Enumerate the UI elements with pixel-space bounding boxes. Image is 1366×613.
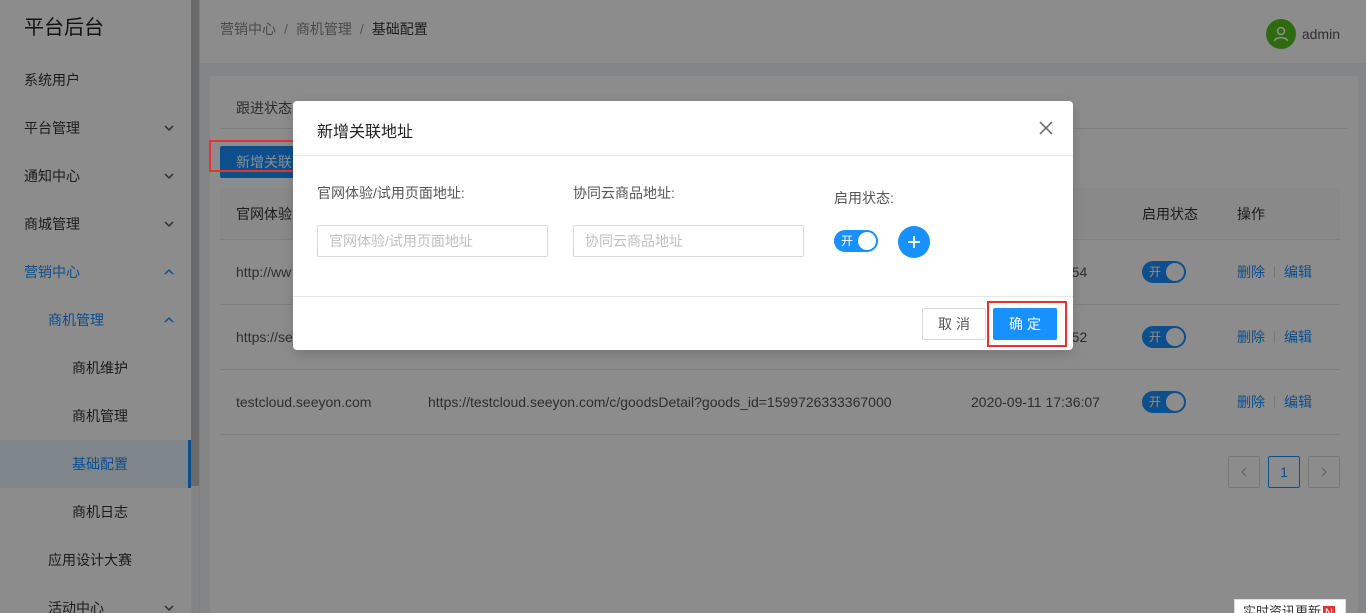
highlight-add-button: [209, 140, 304, 172]
status-toggle[interactable]: 开: [834, 230, 878, 252]
modal-footer: 取消 确定: [293, 297, 1073, 350]
plus-icon: [908, 236, 920, 248]
news-label: 实时资讯更新: [1243, 604, 1322, 613]
field-label-website: 官网体验/试用页面地址:: [317, 185, 465, 201]
field-label-status: 启用状态:: [834, 190, 894, 206]
new-badge: N: [1323, 606, 1335, 613]
field-label-goods: 协同云商品地址:: [573, 185, 675, 201]
modal-header: 新增关联地址: [293, 101, 1073, 156]
modal-body: 官网体验/试用页面地址: 协同云商品地址: 启用状态: 开: [293, 156, 1073, 297]
add-address-modal: 新增关联地址 官网体验/试用页面地址: 协同云商品地址: 启用状态: 开 取消 …: [293, 101, 1073, 350]
news-widget[interactable]: 实时资讯更新 N: [1234, 599, 1346, 613]
close-icon: [1039, 121, 1053, 135]
website-url-input[interactable]: [317, 225, 548, 257]
toggle-label: 开: [841, 234, 854, 248]
close-button[interactable]: [1035, 117, 1057, 139]
toggle-knob: [858, 232, 876, 250]
cancel-button[interactable]: 取消: [922, 308, 986, 340]
modal-title: 新增关联地址: [317, 124, 414, 141]
highlight-confirm-button: [987, 301, 1067, 347]
goods-url-input[interactable]: [573, 225, 804, 257]
add-row-button[interactable]: [898, 226, 930, 258]
